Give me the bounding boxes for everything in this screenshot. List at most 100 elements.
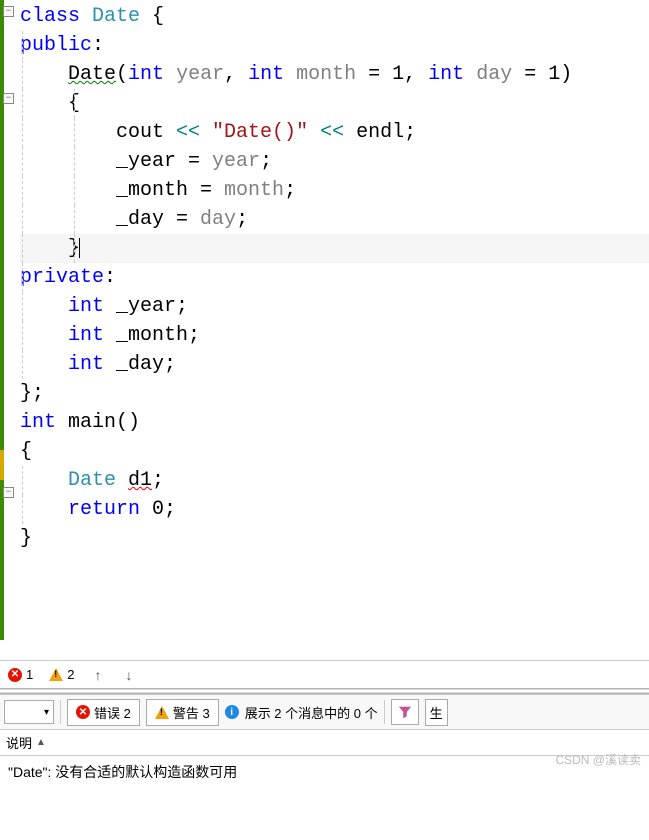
chevron-down-icon: ▾ (44, 707, 49, 718)
editor-gutter: − − − (0, 0, 20, 660)
paren: ( (116, 63, 128, 86)
errors-label: 错误 2 (94, 703, 131, 722)
param: month (284, 63, 368, 86)
errors-filter-button[interactable]: ✕ 错误 2 (67, 699, 140, 726)
num: 1 (536, 63, 560, 86)
semi: ; (284, 179, 296, 202)
next-arrow[interactable]: ↓ (121, 667, 136, 683)
ident: month (212, 179, 284, 202)
ident: _day (104, 353, 164, 376)
brace: } (20, 382, 32, 405)
num: 1 (380, 63, 404, 86)
messages-filter[interactable]: i 展示 2 个消息中的 0 个 (225, 703, 378, 722)
function-name: Date (68, 63, 116, 86)
error-description: "Date": 没有合适的默认构造函数可用 (8, 764, 237, 780)
ident: _day (116, 208, 176, 231)
build-filter-button[interactable]: 生 (425, 699, 448, 726)
semi: ; (164, 353, 176, 376)
text-cursor (79, 238, 80, 258)
ident: day (188, 208, 236, 231)
description-column-header[interactable]: 说明 (6, 733, 32, 752)
class-name: Date (68, 469, 128, 492)
semi: ; (188, 324, 200, 347)
eq: = (368, 63, 380, 86)
divider (384, 700, 385, 724)
messages-label: 展示 2 个消息中的 0 个 (245, 703, 378, 722)
num: 0 (140, 498, 164, 521)
ident: _year (104, 295, 176, 318)
filter-button[interactable] (391, 699, 419, 725)
comma: , (404, 63, 428, 86)
error-icon: ✕ (76, 705, 90, 719)
error-list-toolbar: ▾ ✕ 错误 2 警告 3 i 展示 2 个消息中的 0 个 生 (0, 694, 649, 730)
eq: = (200, 179, 212, 202)
info-icon: i (225, 705, 239, 719)
keyword: class (20, 5, 80, 28)
semi: ; (152, 469, 164, 492)
parens: () (116, 411, 140, 434)
divider (60, 700, 61, 724)
error-ident: d1 (128, 469, 152, 492)
change-marker (0, 0, 4, 450)
fold-toggle[interactable]: − (3, 6, 14, 17)
error-summary[interactable]: ✕ 1 (8, 667, 33, 682)
semi: ; (404, 121, 416, 144)
class-name: Date (80, 5, 152, 28)
warnings-label: 警告 3 (173, 703, 210, 722)
string: "Date()" (200, 121, 320, 144)
warning-count: 2 (67, 667, 74, 682)
ident: _year (116, 150, 188, 173)
error-count: 1 (26, 667, 33, 682)
type: int (248, 63, 284, 86)
type: int (20, 411, 56, 434)
fold-toggle[interactable]: − (3, 487, 14, 498)
sort-arrow-icon: ▲ (36, 737, 46, 748)
keyword: public (20, 34, 92, 57)
change-marker (0, 480, 4, 640)
warning-icon (155, 706, 169, 719)
type: int (128, 63, 164, 86)
colon: : (104, 266, 116, 289)
ident: cout (116, 121, 176, 144)
brace: { (152, 5, 164, 28)
fold-toggle[interactable]: − (3, 93, 14, 104)
type: int (68, 324, 104, 347)
colon: : (92, 34, 104, 57)
semi: ; (176, 295, 188, 318)
keyword: private (20, 266, 104, 289)
function-name: main (56, 411, 116, 434)
comma: , (224, 63, 248, 86)
funnel-icon (398, 705, 412, 719)
type: int (68, 295, 104, 318)
semi: ; (236, 208, 248, 231)
ident: _month (104, 324, 188, 347)
param: day (464, 63, 524, 86)
param: year (164, 63, 224, 86)
scope-dropdown[interactable]: ▾ (4, 700, 54, 724)
eq: = (176, 208, 188, 231)
change-marker-modified (0, 450, 4, 480)
operator: << (176, 121, 200, 144)
code-content[interactable]: class Date { public: Date(int year, int … (20, 0, 649, 553)
warnings-filter-button[interactable]: 警告 3 (146, 699, 219, 726)
code-editor[interactable]: − − − class Date { public: Date(int year… (0, 0, 649, 660)
error-icon: ✕ (8, 668, 22, 682)
paren: ) (560, 63, 572, 86)
operator: << (320, 121, 344, 144)
semi: ; (260, 150, 272, 173)
ident: endl (344, 121, 404, 144)
watermark-text: CSDN @溪读卖 (555, 751, 641, 768)
error-list-row[interactable]: "Date": 没有合适的默认构造函数可用 (0, 756, 649, 788)
keyword: return (68, 498, 140, 521)
brace: { (20, 440, 32, 463)
warning-icon (49, 668, 63, 681)
eq: = (524, 63, 536, 86)
ident: _month (116, 179, 200, 202)
status-summary-bar: ✕ 1 2 ↑ ↓ (0, 660, 649, 688)
warning-summary[interactable]: 2 (49, 667, 74, 682)
type: int (428, 63, 464, 86)
ident: year (200, 150, 260, 173)
brace: } (20, 527, 32, 550)
column-header-row: 说明 ▲ (0, 730, 649, 756)
prev-arrow[interactable]: ↑ (90, 667, 105, 683)
